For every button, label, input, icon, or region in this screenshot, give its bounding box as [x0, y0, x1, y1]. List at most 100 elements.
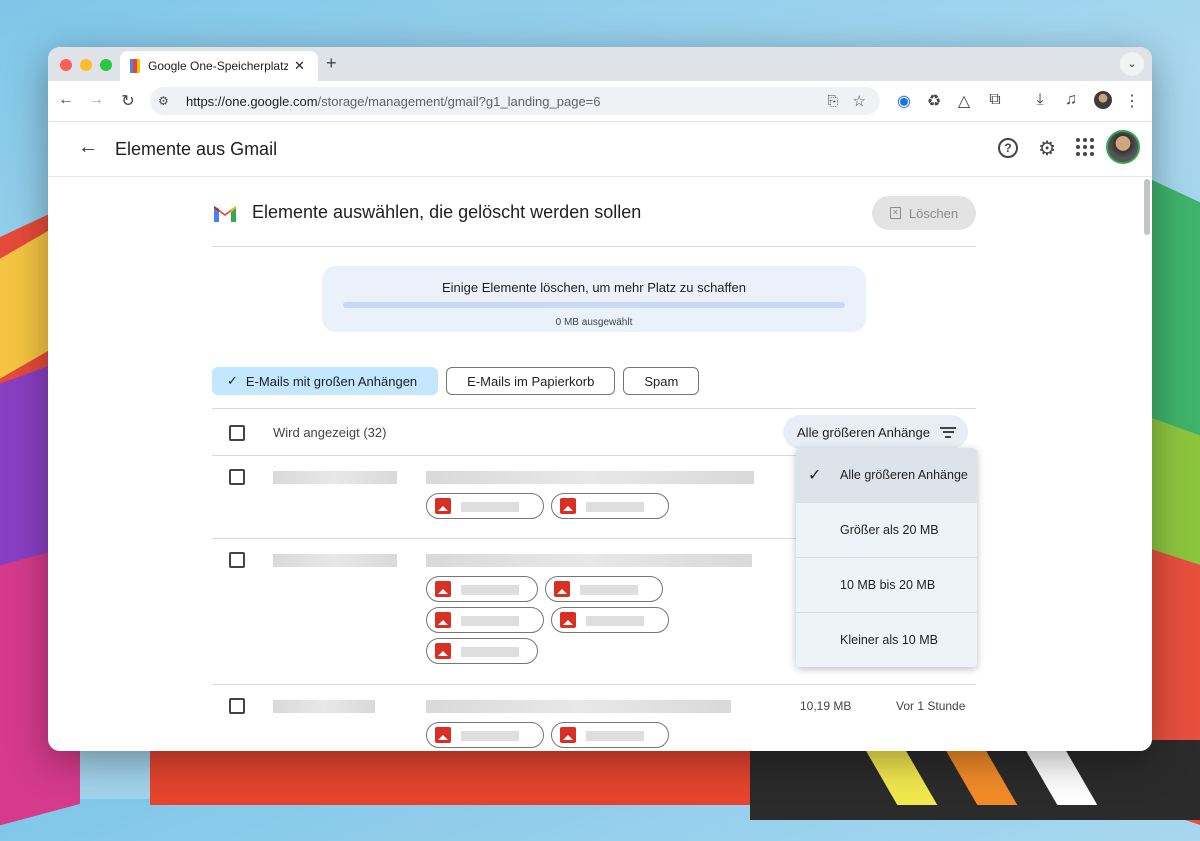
media-icon[interactable]: ♫: [1061, 91, 1081, 109]
delete-button[interactable]: ✕ Löschen: [872, 196, 976, 230]
row-checkbox[interactable]: [229, 698, 245, 714]
recycle-icon[interactable]: ♻: [924, 91, 944, 111]
attachment-size: 10,19 MB: [800, 699, 852, 713]
chip-large-attachments[interactable]: ✓ E-Mails mit großen Anhängen: [212, 367, 439, 395]
install-icon[interactable]: ⎘: [828, 93, 838, 109]
attachment-pill[interactable]: [545, 576, 663, 602]
menu-item-under-10mb[interactable]: Kleiner als 10 MB: [796, 613, 977, 667]
image-icon: [435, 498, 451, 514]
received-time: Vor 1 Stunde: [896, 699, 966, 713]
minimize-window-button[interactable]: [80, 59, 92, 71]
subject-placeholder: [426, 700, 731, 713]
menu-item-label: Größer als 20 MB: [840, 523, 939, 537]
close-window-button[interactable]: [60, 59, 72, 71]
table-row[interactable]: 10,19 MB Vor 1 Stunde: [212, 685, 976, 751]
storage-title: Einige Elemente löschen, um mehr Platz z…: [442, 280, 746, 295]
address-bar[interactable]: ⚙ https://one.google.com/storage/managem…: [150, 87, 880, 115]
url-text: https://one.google.com/storage/managemen…: [186, 94, 601, 109]
menu-item-label: 10 MB bis 20 MB: [840, 578, 936, 592]
chip-label: E-Mails im Papierkorb: [467, 373, 595, 389]
section-header: Elemente auswählen, die gelöscht werden …: [212, 196, 976, 247]
gear-icon[interactable]: ⚙: [1038, 136, 1056, 161]
browser-window: Google One-Speicherplatzverwaltung ✕ + ⌄…: [48, 47, 1152, 751]
tab-search-button[interactable]: ⌄: [1120, 52, 1144, 76]
password-icon[interactable]: ◉: [894, 91, 914, 111]
image-icon: [435, 581, 451, 597]
attachment-pill[interactable]: [426, 576, 538, 602]
back-arrow-icon[interactable]: ←: [78, 136, 98, 159]
menu-item-10-to-20mb[interactable]: 10 MB bis 20 MB: [796, 558, 977, 613]
image-icon: [435, 643, 451, 659]
url-host: https://one.google.com: [186, 93, 318, 109]
image-icon: [554, 581, 570, 597]
tune-icon[interactable]: ⚙: [158, 94, 178, 108]
page-scrollbar[interactable]: [1144, 179, 1150, 235]
attachment-size-menu: ✓ Alle größeren Anhänge Größer als 20 MB…: [796, 448, 977, 667]
filter-label: Alle größeren Anhänge: [797, 424, 930, 440]
attachment-pill[interactable]: [426, 638, 538, 664]
help-icon[interactable]: ?: [998, 138, 1018, 158]
tab-title: Google One-Speicherplatzverwaltung: [148, 59, 288, 73]
gmail-logo: [214, 206, 236, 222]
row-checkbox[interactable]: [229, 469, 245, 485]
menu-item-label: Kleiner als 10 MB: [840, 633, 938, 647]
window-controls: [60, 59, 112, 71]
menu-item-all[interactable]: ✓ Alle größeren Anhänge: [796, 448, 977, 503]
apps-icon[interactable]: [1076, 138, 1094, 156]
account-avatar[interactable]: [1106, 130, 1140, 164]
app-bar: ← Elemente aus Gmail ? ⚙: [48, 122, 1152, 177]
more-icon[interactable]: ⋮: [1122, 91, 1142, 111]
maximize-window-button[interactable]: [100, 59, 112, 71]
menu-item-label: Alle größeren Anhänge: [840, 468, 968, 482]
attachment-size-filter-button[interactable]: Alle größeren Anhänge: [783, 415, 968, 449]
filter-icon: [940, 426, 956, 438]
attachment-pill[interactable]: [551, 493, 669, 519]
browser-tab[interactable]: Google One-Speicherplatzverwaltung ✕: [120, 51, 318, 81]
image-icon: [560, 498, 576, 514]
browser-toolbar: ← → ↻ ⚙ https://one.google.com/storage/m…: [48, 81, 1152, 122]
sender-placeholder: [273, 700, 375, 713]
image-icon: [435, 612, 451, 628]
google-one-favicon: [130, 59, 140, 73]
url-path: /storage/management/gmail?g1_landing_pag…: [317, 93, 601, 109]
tab-bar: Google One-Speicherplatzverwaltung ✕ + ⌄: [48, 47, 1152, 81]
chip-label: Spam: [644, 373, 679, 389]
check-icon: ✓: [227, 373, 238, 388]
chip-trash[interactable]: E-Mails im Papierkorb: [446, 367, 616, 395]
back-arrow-icon[interactable]: ←: [56, 91, 76, 109]
subject-placeholder: [426, 554, 752, 567]
image-icon: [435, 727, 451, 743]
forward-arrow-icon[interactable]: →: [86, 91, 106, 109]
sender-placeholder: [273, 471, 397, 484]
select-all-checkbox[interactable]: [229, 425, 245, 441]
menu-item-over-20mb[interactable]: Größer als 20 MB: [796, 503, 977, 558]
attachment-pill[interactable]: [551, 607, 669, 633]
chip-spam[interactable]: Spam: [623, 367, 700, 395]
sender-placeholder: [273, 554, 397, 567]
profile-avatar-small[interactable]: [1094, 91, 1112, 109]
page-title: Elemente aus Gmail: [115, 139, 278, 159]
attachment-pill[interactable]: [426, 722, 544, 748]
attachment-pill[interactable]: [426, 607, 544, 633]
section-title: Elemente auswählen, die gelöscht werden …: [252, 202, 642, 222]
result-count: Wird angezeigt (32): [273, 425, 387, 440]
filter-chips: ✓ E-Mails mit großen Anhängen E-Mails im …: [212, 367, 700, 395]
tab-close-icon[interactable]: ✕: [294, 58, 305, 74]
subject-placeholder: [426, 471, 754, 484]
drive-icon[interactable]: △: [954, 91, 974, 111]
chip-label: E-Mails mit großen Anhängen: [245, 373, 418, 389]
star-icon[interactable]: ☆: [853, 92, 866, 110]
row-checkbox[interactable]: [229, 552, 245, 568]
main-content: Elemente auswählen, die gelöscht werden …: [48, 176, 1142, 751]
download-icon[interactable]: ⤓: [1030, 91, 1050, 109]
delete-button-label: Löschen: [908, 205, 959, 221]
new-tab-button[interactable]: +: [326, 53, 337, 74]
selected-size: 0 MB ausgewählt: [555, 317, 633, 328]
storage-progress-bar: [343, 302, 845, 308]
attachment-pill[interactable]: [551, 722, 669, 748]
image-icon: [560, 727, 576, 743]
image-icon: [560, 612, 576, 628]
extensions-icon[interactable]: ⧉: [985, 91, 1005, 109]
attachment-pill[interactable]: [426, 493, 544, 519]
reload-icon[interactable]: ↻: [118, 91, 138, 111]
